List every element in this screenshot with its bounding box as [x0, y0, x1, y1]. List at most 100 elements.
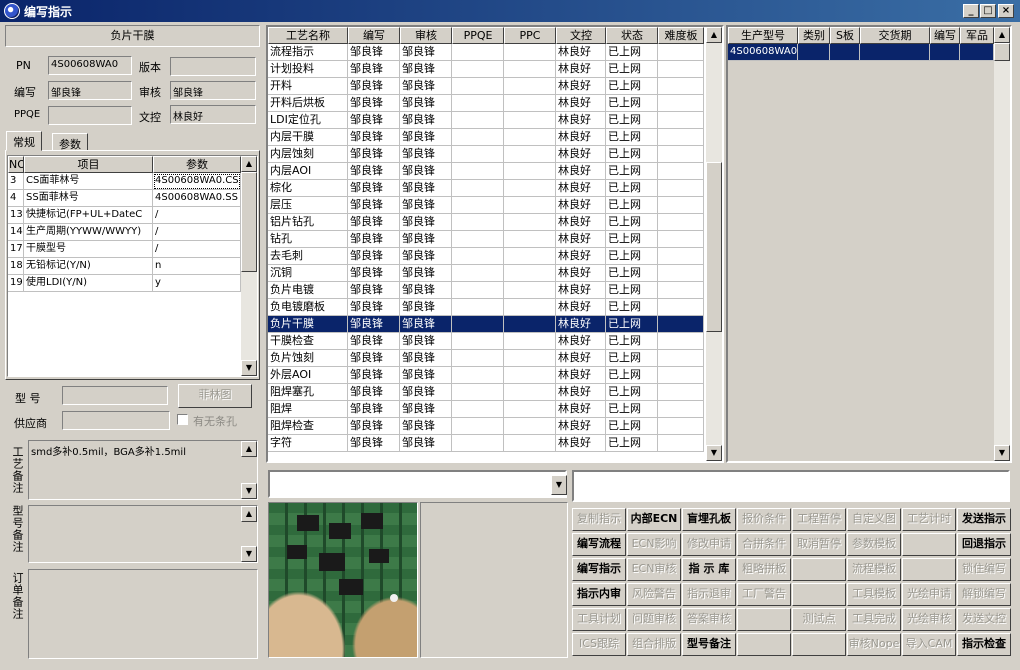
param-col-value[interactable]: 参数: [153, 156, 241, 173]
action-button-r5c2[interactable]: 型号备注: [682, 633, 736, 656]
process-col-ppqe[interactable]: PPQE: [452, 27, 504, 44]
action-button-r4c2[interactable]: 答案审核: [682, 608, 736, 631]
supplier-field[interactable]: [62, 411, 170, 430]
action-button-r4c1[interactable]: 问题审核: [627, 608, 681, 631]
process-col-status[interactable]: 状态: [606, 27, 658, 44]
action-button-r5c1[interactable]: 组合排版: [627, 633, 681, 656]
process-row[interactable]: 字符 邹良锋 邹良锋 林良好 已上网: [268, 435, 704, 452]
product-col-category[interactable]: 类别: [798, 27, 830, 44]
action-button-r2c6[interactable]: [902, 558, 956, 581]
process-row[interactable]: 干膜检查 邹良锋 邹良锋 林良好 已上网: [268, 333, 704, 350]
action-button-r0c5[interactable]: 自定义图: [847, 508, 901, 531]
scroll-thumb[interactable]: [706, 162, 722, 332]
process-row[interactable]: 棕化 邹良锋 邹良锋 林良好 已上网: [268, 180, 704, 197]
action-button-r2c0[interactable]: 编写指示: [572, 558, 626, 581]
process-row[interactable]: 负片干膜 邹良锋 邹良锋 林良好 已上网: [268, 316, 704, 333]
process-row[interactable]: 阻焊 邹良锋 邹良锋 林良好 已上网: [268, 401, 704, 418]
action-button-r0c0[interactable]: 复制指示: [572, 508, 626, 531]
process-row[interactable]: 去毛刺 邹良锋 邹良锋 林良好 已上网: [268, 248, 704, 265]
action-button-r0c1[interactable]: 内部ECN: [627, 508, 681, 531]
scroll-down-icon[interactable]: ▼: [241, 483, 257, 499]
process-note-area[interactable]: smd多补0.5mil，BGA多补1.5mil ▲ ▼: [28, 440, 258, 500]
param-scrollbar[interactable]: ▲ ▼: [241, 156, 257, 376]
action-button-r5c4[interactable]: [792, 633, 846, 656]
maximize-button[interactable]: □: [980, 4, 996, 18]
action-button-r4c0[interactable]: 工具计划: [572, 608, 626, 631]
scroll-up-icon[interactable]: ▲: [994, 27, 1010, 43]
reviewer-field[interactable]: 邹良锋: [170, 81, 256, 100]
action-button-r3c3[interactable]: 工厂警告: [737, 583, 791, 606]
order-note-area[interactable]: [28, 569, 258, 659]
process-row[interactable]: 钻孔 邹良锋 邹良锋 林良好 已上网: [268, 231, 704, 248]
param-row[interactable]: 4 SS面菲林号 4S00608WA0.SS: [8, 190, 241, 207]
param-col-item[interactable]: 项目: [24, 156, 153, 173]
param-row[interactable]: 18 无铅标记(Y/N) n: [8, 258, 241, 275]
process-combo[interactable]: ▼: [268, 470, 567, 498]
process-col-docctrl[interactable]: 文控: [556, 27, 606, 44]
action-button-r5c6[interactable]: 导入CAM: [902, 633, 956, 656]
action-button-r5c0[interactable]: ICS跟踪: [572, 633, 626, 656]
action-button-r0c7[interactable]: 发送指示: [957, 508, 1011, 531]
writer-field[interactable]: 邹良锋: [48, 81, 132, 100]
scroll-down-icon[interactable]: ▼: [241, 360, 257, 376]
action-button-r1c3[interactable]: 合拼条件: [737, 533, 791, 556]
process-col-difficulty[interactable]: 难度板: [658, 27, 704, 44]
param-row[interactable]: 3 CS面菲林号 4S00608WA0.CS: [8, 173, 241, 190]
action-button-r2c3[interactable]: 粗略拼板: [737, 558, 791, 581]
action-button-r3c6[interactable]: 光绘申请: [902, 583, 956, 606]
action-button-r3c2[interactable]: 指示退审: [682, 583, 736, 606]
film-button[interactable]: 菲林图: [178, 384, 252, 408]
product-scrollbar[interactable]: ▲ ▼: [994, 27, 1010, 461]
product-col-s-board[interactable]: S板: [830, 27, 860, 44]
process-row[interactable]: 铝片钻孔 邹良锋 邹良锋 林良好 已上网: [268, 214, 704, 231]
process-col-name[interactable]: 工艺名称: [268, 27, 348, 44]
action-button-r1c7[interactable]: 回退指示: [957, 533, 1011, 556]
action-button-r1c1[interactable]: ECN影响: [627, 533, 681, 556]
product-col-writer[interactable]: 编写: [930, 27, 960, 44]
action-button-r2c5[interactable]: 流程模板: [847, 558, 901, 581]
model-note-area[interactable]: ▲ ▼: [28, 505, 258, 563]
process-row[interactable]: 负片电镀 邹良锋 邹良锋 林良好 已上网: [268, 282, 704, 299]
action-button-r4c4[interactable]: 测试点: [792, 608, 846, 631]
param-row[interactable]: 14 生产周期(YYWW/WWYY) /: [8, 224, 241, 241]
param-row[interactable]: 17 干膜型号 /: [8, 241, 241, 258]
product-row[interactable]: 4S00608WA0: [728, 44, 994, 61]
param-col-no[interactable]: NO: [8, 156, 24, 173]
process-row[interactable]: 内层蚀刻 邹良锋 邹良锋 林良好 已上网: [268, 146, 704, 163]
scroll-up-icon[interactable]: ▲: [241, 506, 257, 522]
action-button-r2c2[interactable]: 指 示 库: [682, 558, 736, 581]
action-button-r5c3[interactable]: [737, 633, 791, 656]
pn-field[interactable]: 4S00608WA0: [48, 56, 132, 75]
close-button[interactable]: ×: [998, 4, 1014, 18]
version-field[interactable]: [170, 57, 256, 76]
product-col-military[interactable]: 军品: [960, 27, 994, 44]
action-button-r1c5[interactable]: 参数模板: [847, 533, 901, 556]
process-row[interactable]: 开料 邹良锋 邹良锋 林良好 已上网: [268, 78, 704, 95]
scroll-thumb[interactable]: [241, 172, 257, 272]
process-row[interactable]: 阻焊塞孔 邹良锋 邹良锋 林良好 已上网: [268, 384, 704, 401]
minimize-button[interactable]: _: [963, 4, 979, 18]
action-button-r3c7[interactable]: 解锁编写: [957, 583, 1011, 606]
action-button-r4c7[interactable]: 发送文控: [957, 608, 1011, 631]
action-button-r1c4[interactable]: 取消暂停: [792, 533, 846, 556]
action-button-r1c2[interactable]: 修改申请: [682, 533, 736, 556]
process-col-reviewer[interactable]: 审核: [400, 27, 452, 44]
ppqe-field[interactable]: [48, 106, 132, 125]
action-button-r0c6[interactable]: 工艺计时: [902, 508, 956, 531]
action-button-r1c6[interactable]: [902, 533, 956, 556]
param-row[interactable]: 19 使用LDI(Y/N) y: [8, 275, 241, 292]
scroll-up-icon[interactable]: ▲: [706, 27, 722, 43]
action-button-r0c4[interactable]: 工程暂停: [792, 508, 846, 531]
product-col-model[interactable]: 生产型号: [728, 27, 798, 44]
process-scrollbar[interactable]: ▲ ▼: [706, 27, 722, 461]
doc-ctrl-field[interactable]: 林良好: [170, 105, 256, 124]
process-row[interactable]: 层压 邹良锋 邹良锋 林良好 已上网: [268, 197, 704, 214]
process-col-writer[interactable]: 编写: [348, 27, 400, 44]
action-button-r4c3[interactable]: [737, 608, 791, 631]
process-row[interactable]: 负片蚀刻 邹良锋 邹良锋 林良好 已上网: [268, 350, 704, 367]
action-button-r1c0[interactable]: 编写流程: [572, 533, 626, 556]
scroll-up-icon[interactable]: ▲: [241, 441, 257, 457]
chevron-down-icon[interactable]: ▼: [551, 475, 567, 495]
barcode-checkbox[interactable]: [177, 414, 188, 425]
action-button-r0c3[interactable]: 报价条件: [737, 508, 791, 531]
